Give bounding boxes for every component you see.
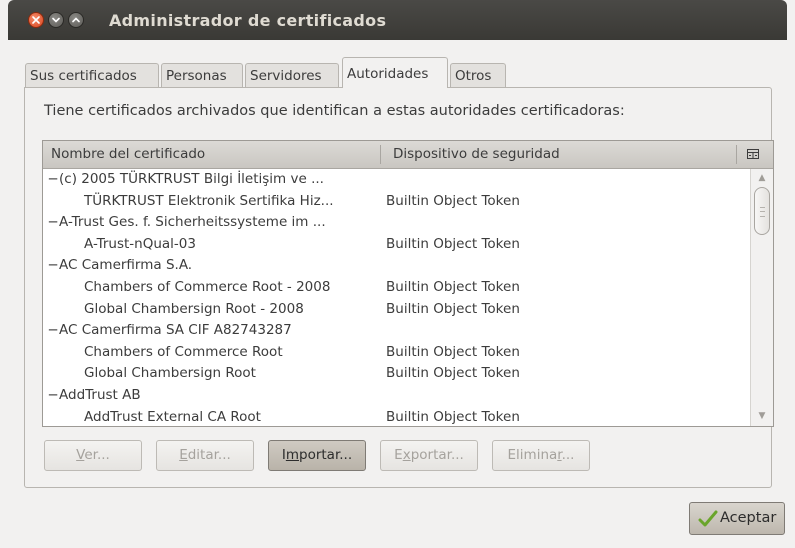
tree-group-row[interactable]: − (c) 2005 TÜRKTRUST Bilgi İletişim ve ..…: [43, 169, 748, 191]
security-device: Builtin Object Token: [386, 235, 520, 252]
export-button-label-pre: E: [394, 447, 403, 463]
scroll-down-arrow-icon[interactable]: ▼: [757, 411, 767, 421]
delete-button[interactable]: Eliminar...: [492, 440, 590, 471]
check-icon: [698, 510, 718, 527]
accept-button[interactable]: Aceptar: [689, 502, 785, 535]
expander-icon[interactable]: −: [47, 212, 59, 234]
import-button-mnemonic: m: [285, 447, 299, 463]
expander-icon[interactable]: −: [47, 320, 59, 342]
certificate-name: Chambers of Commerce Root: [84, 343, 283, 360]
expander-icon[interactable]: −: [47, 255, 59, 277]
minimize-window-button[interactable]: [48, 12, 64, 28]
tree-row[interactable]: Global Chambersign Root Builtin Object To…: [43, 363, 748, 385]
tab-sus-certificados[interactable]: Sus certificados: [25, 63, 159, 87]
tree-rows: − (c) 2005 TÜRKTRUST Bilgi İletişim ve ..…: [43, 169, 748, 426]
certificate-name: AC Camerfirma S.A.: [59, 257, 193, 274]
column-divider[interactable]: [736, 145, 737, 164]
grip-icon: [760, 207, 765, 217]
certificate-name: Global Chambersign Root - 2008: [84, 300, 304, 317]
description-text: Tiene certificados archivados que identi…: [44, 103, 625, 119]
edit-button-label-post: ditar...: [187, 447, 231, 463]
scrollbar-thumb[interactable]: [754, 187, 770, 235]
certificate-manager-window: Administrador de certificados Sus certif…: [0, 0, 795, 548]
delete-button-label-pre: Elimina: [507, 447, 558, 463]
certificate-name: AddTrust External CA Root: [84, 408, 261, 425]
scroll-up-arrow-icon[interactable]: ▲: [757, 173, 767, 183]
certificate-name: Global Chambersign Root: [84, 365, 256, 382]
export-button-label-post: portar...: [410, 447, 464, 463]
expander-icon[interactable]: −: [47, 385, 59, 407]
tree-row[interactable]: TÜRKTRUST Elektronik Sertifika Hiz... Bui…: [43, 191, 748, 213]
tree-group-row[interactable]: − A-Trust Ges. f. Sicherheitssysteme im .…: [43, 212, 748, 234]
tab-otros[interactable]: Otros: [450, 63, 506, 87]
chevron-down-icon: [52, 17, 60, 23]
export-button[interactable]: Exportar...: [380, 440, 478, 471]
tree-row[interactable]: Chambers of Commerce Root Builtin Object …: [43, 342, 748, 364]
close-window-button[interactable]: [28, 12, 44, 28]
import-button-label-post: portar...: [299, 447, 353, 463]
delete-button-label-post: ...: [561, 447, 575, 463]
security-device: Builtin Object Token: [386, 365, 520, 382]
window-title: Administrador de certificados: [109, 11, 387, 30]
export-button-mnemonic: x: [402, 447, 411, 463]
view-button[interactable]: Ver...: [44, 440, 142, 471]
tab-autoridades[interactable]: Autoridades: [342, 57, 448, 88]
chevron-up-icon: [72, 17, 80, 23]
accept-button-label: Aceptar: [720, 510, 777, 526]
tree-row[interactable]: A-Trust-nQual-03 Builtin Object Token: [43, 234, 748, 256]
certificate-name: (c) 2005 TÜRKTRUST Bilgi İletişim ve ...: [59, 171, 324, 187]
vertical-scrollbar[interactable]: ▲ ▼: [750, 169, 773, 426]
tree-header: Nombre del certificado Dispositivo de se…: [43, 141, 773, 169]
certificate-name: AddTrust AB: [59, 386, 141, 403]
close-icon: [32, 16, 40, 24]
view-button-label-post: er...: [84, 447, 110, 463]
tree-row[interactable]: AddTrust External CA Root Builtin Object …: [43, 407, 748, 426]
column-header-name[interactable]: Nombre del certificado: [51, 141, 205, 168]
certificate-name: A-Trust-nQual-03: [84, 235, 196, 252]
edit-button-mnemonic: E: [179, 447, 188, 463]
tree-group-row[interactable]: − AC Camerfirma S.A.: [43, 255, 748, 277]
tab-servidores[interactable]: Servidores: [245, 63, 339, 87]
certificate-name: TÜRKTRUST Elektronik Sertifika Hiz...: [84, 192, 334, 209]
security-device: Builtin Object Token: [386, 300, 520, 317]
tree-row[interactable]: Global Chambersign Root - 2008 Builtin Ob…: [43, 299, 748, 321]
security-device: Builtin Object Token: [386, 192, 520, 209]
tab-personas[interactable]: Personas: [161, 63, 243, 87]
expander-icon[interactable]: −: [47, 169, 59, 191]
tree-group-row[interactable]: − AddTrust AB: [43, 385, 748, 407]
security-device: Builtin Object Token: [386, 278, 520, 295]
certificate-name: A-Trust Ges. f. Sicherheitssysteme im ..…: [59, 214, 326, 231]
title-bar[interactable]: Administrador de certificados: [8, 0, 787, 40]
certificate-name: Chambers of Commerce Root - 2008: [84, 278, 331, 295]
tree-row[interactable]: Chambers of Commerce Root - 2008 Builtin …: [43, 277, 748, 299]
certificate-name: AC Camerfirma SA CIF A82743287: [59, 322, 292, 339]
column-divider[interactable]: [380, 145, 381, 164]
certificate-tree[interactable]: Nombre del certificado Dispositivo de se…: [42, 140, 774, 427]
tree-group-row[interactable]: − AC Camerfirma SA CIF A82743287: [43, 320, 748, 342]
security-device: Builtin Object Token: [386, 408, 520, 425]
import-button[interactable]: Importar...: [268, 440, 366, 471]
column-header-device[interactable]: Dispositivo de seguridad: [393, 141, 560, 168]
edit-button[interactable]: Editar...: [156, 440, 254, 471]
column-picker-icon[interactable]: [747, 149, 759, 160]
security-device: Builtin Object Token: [386, 343, 520, 360]
maximize-window-button[interactable]: [68, 12, 84, 28]
